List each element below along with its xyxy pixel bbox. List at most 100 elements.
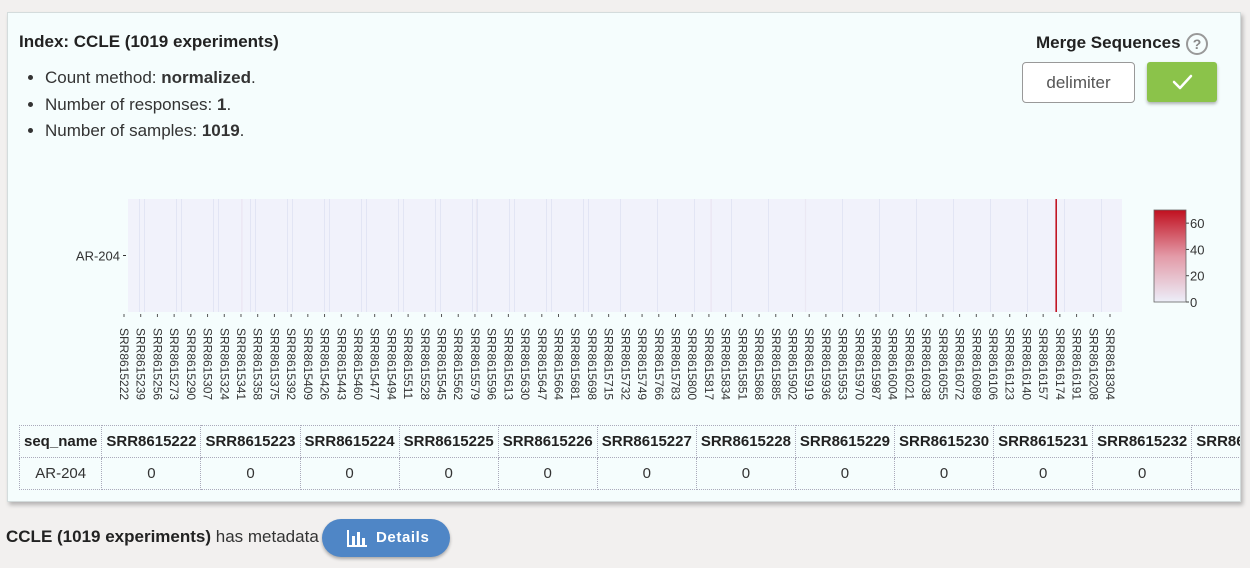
- x-tick-label: SRR8615358: [251, 328, 265, 400]
- column-header[interactable]: SRR8615225: [398, 425, 499, 458]
- column-header[interactable]: SRR8615230: [893, 425, 995, 458]
- colorbar-tick-label: 20: [1190, 269, 1204, 284]
- column-header[interactable]: SRR8615233: [1191, 425, 1240, 458]
- x-tick-label: SRR8618304: [1103, 328, 1117, 400]
- heatmap-cell: [916, 199, 917, 312]
- heatmap-cell-highlight: [1055, 199, 1058, 312]
- x-tick-label: SRR8615851: [735, 328, 749, 400]
- heatmap-cell: [218, 199, 219, 312]
- x-tick-label: SRR8615307: [201, 328, 215, 400]
- x-tick-label: SRR8615494: [384, 328, 398, 400]
- x-tick-label: SRR8615239: [134, 328, 148, 400]
- samples-value: 1019: [201, 121, 240, 140]
- heatmap-cell: [879, 199, 880, 312]
- x-tick-label: SRR8615341: [234, 328, 248, 400]
- column-header[interactable]: SRR8615226: [497, 425, 598, 458]
- x-tick-label: SRR8616106: [986, 328, 1000, 400]
- count-cell: 0: [993, 457, 1094, 490]
- heatmap-cell: [657, 199, 658, 312]
- responses-item: Number of responses: 1.: [45, 94, 256, 121]
- row-label: AR-204: [76, 249, 120, 264]
- x-tick-label: SRR8616174: [1053, 328, 1067, 400]
- x-tick-label: SRR8615783: [668, 328, 682, 400]
- check-icon: [1172, 74, 1193, 90]
- count-cell: 0: [596, 457, 697, 490]
- x-tick-label: SRR8615596: [485, 328, 499, 400]
- details-button[interactable]: Details: [322, 519, 450, 557]
- column-header[interactable]: SRR8615229: [794, 425, 896, 458]
- x-tick-label: SRR8615868: [752, 328, 766, 400]
- x-tick-label: SRR8615936: [819, 328, 833, 400]
- count-cell: [1191, 457, 1240, 490]
- x-tick-label: SRR8616191: [1070, 328, 1084, 400]
- delimiter-input[interactable]: delimiter: [1022, 62, 1135, 103]
- column-header[interactable]: SRR8615224: [299, 425, 400, 458]
- colorbar: [1153, 209, 1187, 303]
- x-tick-label: SRR8615222: [117, 328, 131, 400]
- column-header[interactable]: SRR8615222: [101, 425, 202, 458]
- count-cell: 0: [695, 457, 796, 490]
- merge-confirm-button[interactable]: [1147, 62, 1217, 102]
- heatmap-chart: AR-204SRR8615222 SRR8615239 SRR8615256 SRR8…: [76, 199, 1204, 400]
- heatmap-cell: [366, 199, 367, 312]
- heatmap-cell: [329, 199, 330, 312]
- x-tick-label: SRR8616021: [902, 328, 916, 400]
- heatmap-cell: [361, 199, 362, 312]
- index-title: Index: CCLE (1019 experiments): [19, 32, 279, 51]
- heatmap-cell: [620, 199, 621, 312]
- x-tick-label: SRR8615426: [318, 328, 332, 400]
- x-tick-label: SRR8615630: [518, 328, 532, 400]
- column-header[interactable]: SRR8615228: [695, 425, 796, 458]
- x-tick-label: SRR8615562: [451, 328, 465, 400]
- heatmap-cell: [181, 199, 182, 312]
- heatmap-cell-highlight: [241, 199, 243, 312]
- x-tick-label: SRR8615324: [217, 328, 231, 400]
- x-tick-label: SRR8615647: [535, 328, 549, 400]
- heatmap-cell: [403, 199, 404, 312]
- x-tick-label: SRR8615409: [301, 328, 315, 400]
- heatmap-cell: [1027, 199, 1028, 312]
- question-circle-icon[interactable]: ?: [1186, 33, 1208, 55]
- x-tick-label: SRR8615545: [435, 328, 449, 400]
- column-header[interactable]: SRR8615231: [993, 425, 1094, 458]
- heatmap-cell-highlight: [804, 199, 807, 312]
- x-tick-label: SRR8616055: [936, 328, 950, 400]
- x-tick-label: SRR8615766: [652, 328, 666, 400]
- count-method-item: Count method: normalized.: [45, 67, 256, 94]
- heatmap-cell: [1064, 199, 1065, 312]
- bar-chart-icon: [347, 530, 367, 547]
- heatmap-cell-highlight: [475, 199, 478, 312]
- merge-sequences-title: Merge Sequences: [1036, 33, 1181, 52]
- x-tick-label: SRR8616004: [886, 328, 900, 400]
- x-tick-label: SRR8615885: [769, 328, 783, 400]
- x-tick-label: SRR8615392: [284, 328, 298, 400]
- heatmap-cell: [1101, 199, 1102, 312]
- heatmap-cell: [509, 199, 510, 312]
- x-tick-label: SRR8615715: [602, 328, 616, 400]
- x-tick-label: SRR8616072: [953, 328, 967, 400]
- x-tick-label: SRR8615919: [802, 328, 816, 400]
- column-header[interactable]: SRR8615223: [200, 425, 301, 458]
- heatmap-cell: [139, 199, 140, 312]
- heatmap-cell: [583, 199, 584, 312]
- x-tick-label: SRR8615970: [852, 328, 866, 400]
- heatmap-cell: [250, 199, 251, 312]
- heatmap-cell-highlight: [710, 199, 712, 312]
- column-header[interactable]: SRR8615227: [596, 425, 697, 458]
- x-tick-label: SRR8615800: [685, 328, 699, 400]
- column-header[interactable]: SRR8615232: [1092, 425, 1193, 458]
- seq-name-header: seq_name: [18, 425, 103, 458]
- x-tick-label: SRR8615613: [501, 328, 515, 400]
- heatmap-cell: [324, 199, 325, 312]
- heatmap-cell: [990, 199, 991, 312]
- colorbar-tick-label: 0: [1190, 295, 1197, 310]
- heatmap-cell: [842, 199, 843, 312]
- colorbar-tick-label: 40: [1190, 242, 1204, 257]
- heatmap-cell: [514, 199, 515, 312]
- count-cell: 0: [299, 457, 400, 490]
- x-tick-label: SRR8615460: [351, 328, 365, 400]
- heatmap-cell: [546, 199, 547, 312]
- x-tick-label: SRR8615698: [585, 328, 599, 400]
- table-header-row: seq_name SRR8615222 SRR8615223 SRR8615224 S…: [18, 425, 1240, 458]
- heatmap-cell: [440, 199, 441, 312]
